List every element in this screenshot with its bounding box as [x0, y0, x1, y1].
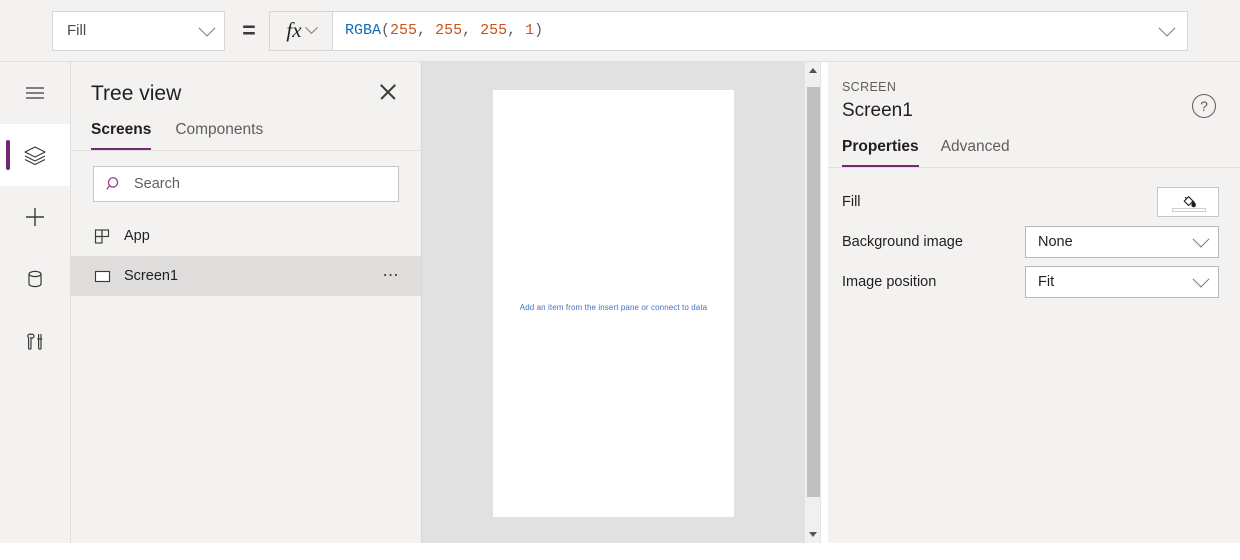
search-placeholder: Search	[134, 176, 180, 192]
triangle-up-icon	[809, 68, 817, 73]
formula-token: 255	[390, 22, 418, 39]
close-icon[interactable]	[377, 81, 399, 103]
rail-item-insert[interactable]	[0, 186, 70, 248]
tree-item-app[interactable]: App	[71, 216, 421, 256]
formula-token: 255	[480, 22, 508, 39]
chevron-down-icon	[1192, 230, 1210, 248]
property-selector-value: Fill	[67, 22, 87, 39]
layers-icon	[24, 146, 46, 166]
search-container: Search	[71, 151, 421, 202]
formula-token: 1	[525, 22, 535, 39]
tab-components[interactable]: Components	[175, 121, 263, 150]
properties-object-name: Screen1	[842, 100, 913, 121]
tools-icon	[27, 333, 43, 350]
question-mark-icon[interactable]: ?	[1192, 94, 1216, 118]
properties-header: SCREEN Screen1 ?	[828, 62, 1240, 122]
chevron-down-icon	[198, 19, 216, 37]
dropdown-value: None	[1038, 234, 1073, 250]
screen-rect-icon	[94, 270, 111, 282]
property-row-background-image: Background image None	[828, 222, 1240, 262]
properties-panel: SCREEN Screen1 ? Properties Advanced Fil…	[828, 62, 1240, 543]
properties-tabs: Properties Advanced	[828, 122, 1240, 168]
ellipsis-icon[interactable]: ⋯	[383, 268, 402, 284]
tree-view-header: Tree view	[71, 62, 421, 107]
scrollbar-down-button[interactable]	[805, 526, 821, 543]
search-input[interactable]: Search	[93, 166, 399, 202]
fx-label: fx	[286, 18, 302, 42]
formula-token: 255	[435, 22, 463, 39]
app-canvas[interactable]: Add an item from the insert pane or conn…	[422, 62, 804, 543]
tree-view-tabs: Screens Components	[71, 107, 421, 151]
tree-item-list: App Screen1 ⋯	[71, 216, 421, 296]
rail-item-advanced-tools[interactable]	[0, 310, 70, 372]
formula-token: ,	[507, 22, 526, 39]
fill-current-color	[1172, 208, 1206, 212]
image-position-dropdown[interactable]: Fit	[1025, 266, 1219, 298]
canvas-vertical-scrollbar[interactable]	[804, 62, 821, 543]
rail-item-tree-view[interactable]	[0, 124, 70, 186]
dropdown-value: Fit	[1038, 274, 1055, 290]
tab-advanced[interactable]: Advanced	[941, 138, 1010, 167]
scrollbar-thumb[interactable]	[807, 87, 820, 497]
rail-item-data[interactable]	[0, 248, 70, 310]
tree-item-label: App	[124, 228, 150, 244]
screen1-canvas[interactable]: Add an item from the insert pane or conn…	[493, 90, 734, 517]
properties-rows: Fill Background image None Image positio…	[828, 168, 1240, 302]
formula-text: RGBA(255, 255, 255, 1)	[345, 22, 543, 39]
formula-token: ,	[417, 22, 436, 39]
tab-screens[interactable]: Screens	[91, 121, 152, 150]
properties-kicker: SCREEN	[842, 80, 897, 94]
formula-input[interactable]: RGBA(255, 255, 255, 1)	[333, 10, 1188, 51]
tree-item-label: Screen1	[124, 268, 179, 284]
search-icon	[106, 176, 119, 190]
formula-token: (	[381, 22, 391, 39]
plus-icon	[26, 208, 44, 226]
tab-properties[interactable]: Properties	[842, 138, 919, 167]
formula-token: RGBA	[345, 22, 382, 39]
property-label: Fill	[842, 194, 861, 210]
formula-token: )	[534, 22, 544, 39]
tree-item-screen1[interactable]: Screen1 ⋯	[71, 256, 421, 296]
property-row-image-position: Image position Fit	[828, 262, 1240, 302]
left-rail	[0, 62, 71, 543]
formula-token: ,	[462, 22, 481, 39]
property-selector-dropdown[interactable]: Fill	[52, 10, 225, 51]
equals-sign: =	[242, 17, 256, 43]
canvas-empty-hint: Add an item from the insert pane or conn…	[519, 303, 708, 312]
formula-bar: Fill = fx RGBA(255, 255, 255, 1)	[0, 0, 1240, 62]
tree-view-title: Tree view	[91, 82, 182, 105]
database-icon	[28, 270, 42, 288]
property-row-fill: Fill	[828, 182, 1240, 222]
rail-item-menu[interactable]	[0, 62, 70, 124]
property-label: Background image	[842, 234, 963, 250]
chevron-down-icon	[1192, 270, 1210, 288]
triangle-down-icon	[809, 532, 817, 537]
background-image-dropdown[interactable]: None	[1025, 226, 1219, 258]
tree-view-panel: Tree view Screens Components Search App …	[71, 62, 422, 543]
scrollbar-up-button[interactable]	[805, 62, 821, 79]
fx-function-button[interactable]: fx	[269, 10, 333, 51]
app-grid-icon	[94, 228, 110, 244]
fill-color-button[interactable]	[1157, 187, 1219, 217]
chevron-down-icon	[304, 21, 318, 35]
chevron-down-icon[interactable]	[1158, 19, 1176, 37]
property-label: Image position	[842, 274, 937, 290]
hamburger-menu-icon	[26, 87, 44, 99]
